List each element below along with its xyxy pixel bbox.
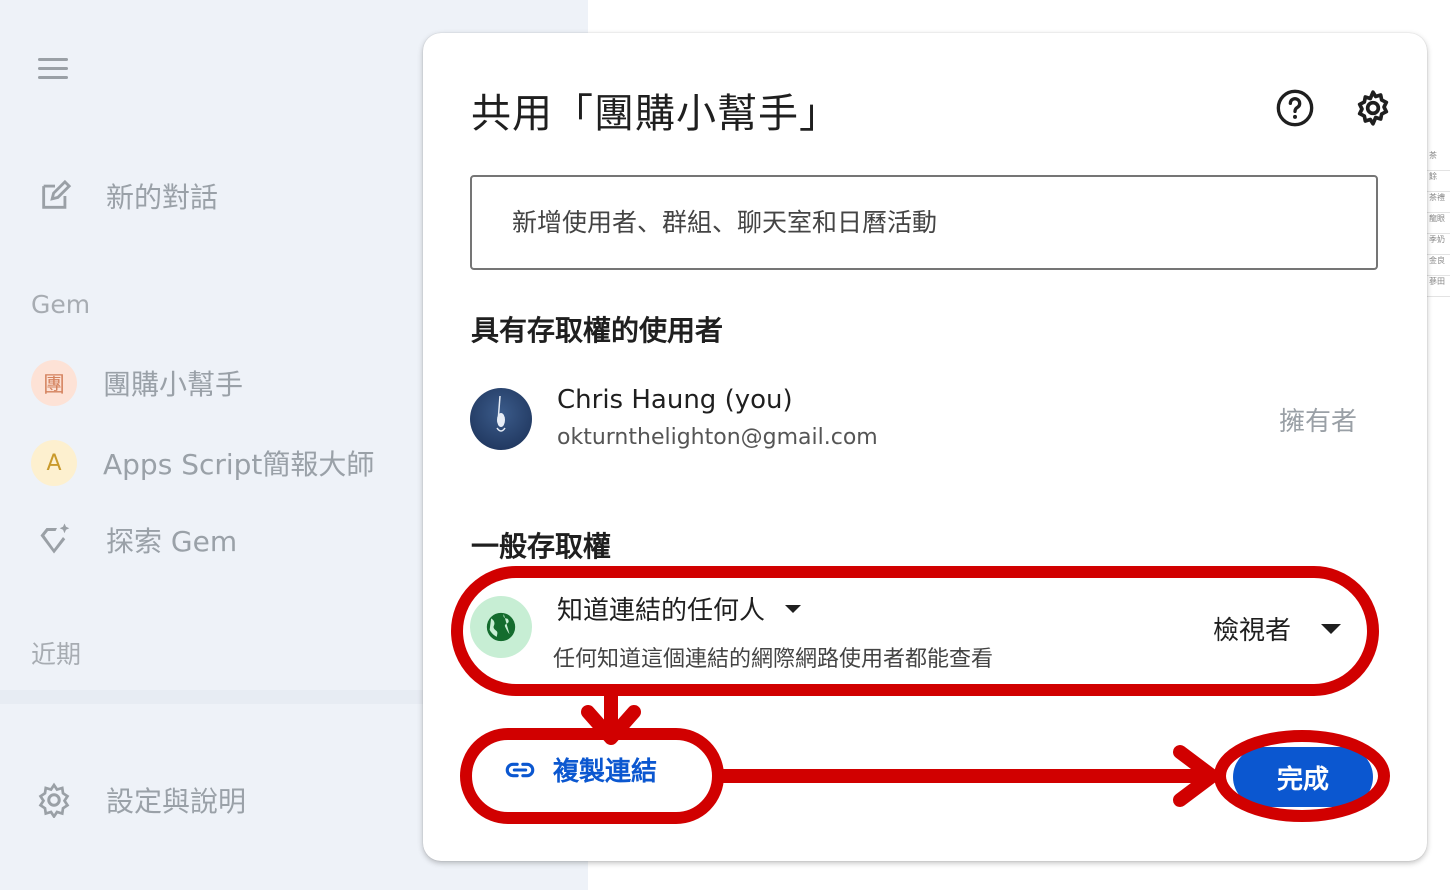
role-label: 檢視者	[1213, 616, 1292, 646]
explore-gem-button[interactable]: 探索 Gem	[36, 520, 237, 560]
background-cell: 蔘田	[1427, 276, 1450, 297]
role-dropdown[interactable]: 檢視者	[1213, 610, 1342, 647]
background-cell: 茶	[1427, 150, 1450, 171]
background-document: 茶 餘 茶禮 龍眼 季奶 金良 蔘田	[1426, 150, 1450, 410]
gem-avatar: 團	[31, 360, 77, 406]
gem-avatar-initial: A	[46, 450, 62, 476]
general-access-heading: 一般存取權	[471, 530, 612, 563]
add-people-input[interactable]	[472, 177, 1376, 268]
chevron-down-icon	[1321, 623, 1342, 634]
menu-icon[interactable]	[38, 58, 70, 84]
background-cell: 餘	[1427, 171, 1450, 192]
user-email: okturnthelighton@gmail.com	[557, 425, 878, 450]
link-icon	[505, 762, 535, 777]
help-icon[interactable]	[1275, 88, 1315, 128]
gem-section-heading: Gem	[31, 290, 91, 319]
globe-icon-wrapper	[470, 596, 532, 658]
people-with-access-heading: 具有存取權的使用者	[471, 314, 724, 347]
background-cell: 茶禮	[1427, 192, 1450, 213]
background-cell: 季奶	[1427, 234, 1450, 255]
access-level-dropdown[interactable]: 知道連結的任何人	[557, 590, 802, 627]
new-chat-label: 新的對話	[106, 181, 219, 214]
background-cell: 金良	[1427, 255, 1450, 276]
new-chat-button[interactable]: 新的對話	[38, 176, 218, 216]
done-label: 完成	[1276, 764, 1329, 795]
background-cell: 龍眼	[1427, 213, 1450, 234]
sidebar-item-gem-apps-script[interactable]: A Apps Script簡報大師	[31, 440, 374, 486]
owner-role-label: 擁有者	[1278, 407, 1357, 437]
chevron-down-icon	[785, 604, 802, 613]
avatar	[470, 388, 532, 450]
copy-link-button[interactable]: 複製連結	[503, 751, 657, 788]
access-description: 任何知道這個連結的網際網路使用者都能查看	[553, 647, 994, 672]
sidebar-item-gem-group-buy[interactable]: 團 團購小幫手	[31, 360, 243, 406]
gem-avatar-initial: 團	[42, 373, 65, 398]
gem-sparkle-icon	[40, 523, 70, 554]
settings-help-button[interactable]: 設定與說明	[36, 780, 246, 820]
recent-section-heading: 近期	[31, 640, 82, 669]
gem-avatar: A	[31, 440, 77, 486]
sidebar-item-label: Apps Script簡報大師	[103, 448, 375, 481]
globe-icon	[486, 612, 516, 642]
share-dialog: 共用「團購小幫手」 具有存取權的使用者 Chris Haung (you) ok…	[423, 33, 1427, 861]
sidebar-item-label: 團購小幫手	[103, 368, 244, 401]
done-button[interactable]: 完成	[1233, 747, 1373, 807]
user-name: Chris Haung (you)	[557, 385, 793, 415]
edit-icon	[42, 179, 72, 209]
settings-help-label: 設定與說明	[106, 785, 247, 818]
settings-gear-icon[interactable]	[1353, 88, 1393, 128]
avatar-image	[496, 395, 506, 432]
dialog-title: 共用「團購小幫手」	[471, 91, 840, 137]
add-people-field[interactable]	[470, 175, 1378, 270]
copy-link-label: 複製連結	[553, 757, 658, 787]
access-level-label: 知道連結的任何人	[557, 596, 766, 626]
explore-gem-label: 探索 Gem	[106, 525, 238, 558]
gear-icon	[38, 782, 70, 818]
